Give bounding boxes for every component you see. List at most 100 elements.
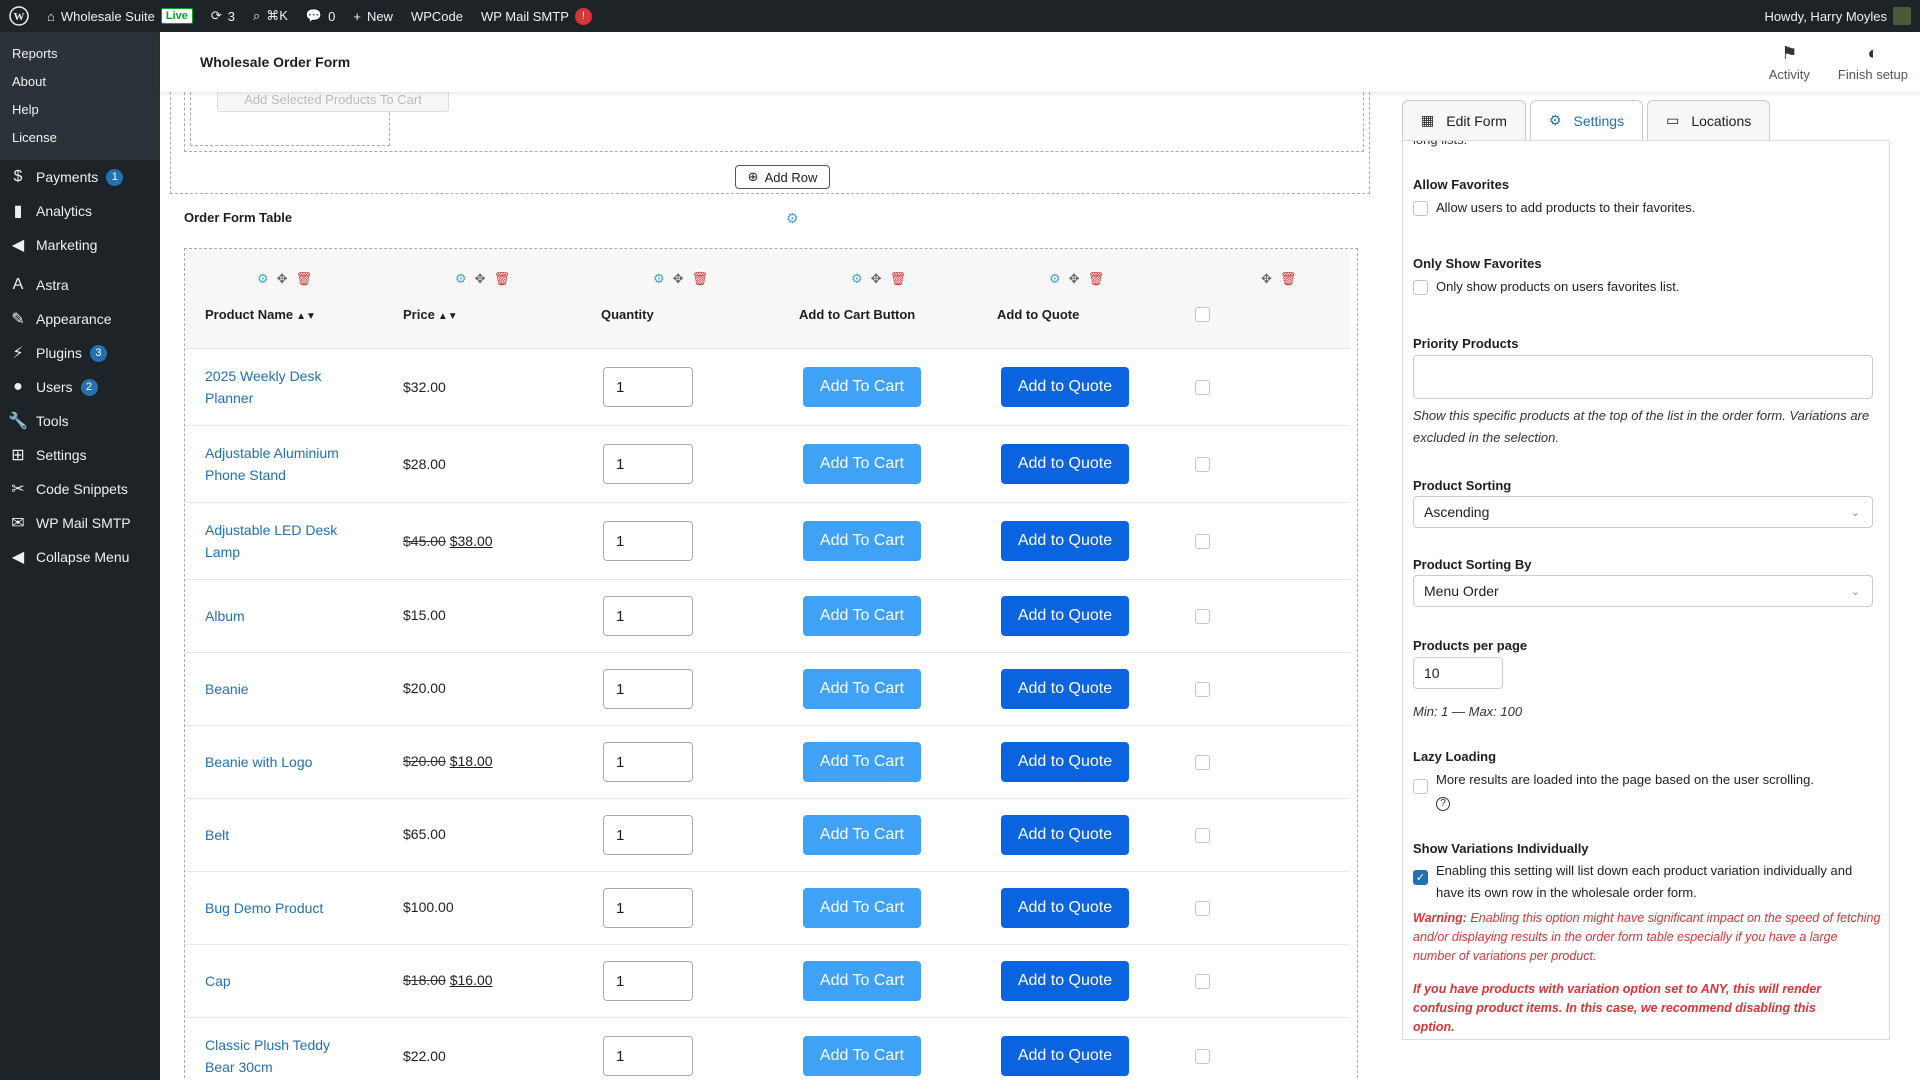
quantity-input[interactable]: 1	[603, 1036, 693, 1076]
add-to-cart-button[interactable]: Add To Cart	[803, 367, 921, 407]
gear-icon[interactable]: ⚙	[653, 271, 665, 287]
tab-locations[interactable]: ▭ Locations	[1647, 100, 1771, 140]
only-favorites-checkbox[interactable]	[1413, 280, 1428, 295]
gear-icon[interactable]: ⚙	[257, 271, 269, 287]
add-to-quote-button[interactable]: Add to Quote	[1001, 961, 1129, 1001]
updates-link[interactable]: ⟳ 3	[202, 0, 244, 32]
row-checkbox[interactable]	[1195, 1049, 1210, 1064]
product-name-link[interactable]: Beanie	[205, 678, 355, 700]
row-checkbox[interactable]	[1195, 380, 1210, 395]
product-name-link[interactable]: Bug Demo Product	[205, 897, 355, 919]
product-name-link[interactable]: Cap	[205, 970, 355, 992]
wpcode-link[interactable]: WPCode	[402, 0, 472, 32]
sidebar-item-settings[interactable]: ⊞ Settings	[0, 438, 160, 472]
allow-favorites-checkbox[interactable]	[1413, 201, 1428, 216]
sidebar-item-users[interactable]: ● Users 2	[0, 370, 160, 404]
move-icon[interactable]: ✥	[475, 271, 486, 287]
add-to-cart-button[interactable]: Add To Cart	[803, 961, 921, 1001]
allow-favorites-option[interactable]: Allow users to add products to their fav…	[1413, 197, 1873, 219]
add-to-cart-button[interactable]: Add To Cart	[803, 596, 921, 636]
product-name-link[interactable]: Adjustable Aluminium Phone Stand	[205, 442, 355, 486]
add-to-quote-button[interactable]: Add to Quote	[1001, 815, 1129, 855]
add-row-button[interactable]: ⊕ Add Row	[735, 165, 830, 189]
trash-icon[interactable]: 🗑	[1088, 271, 1105, 287]
trash-icon[interactable]: 🗑	[494, 271, 511, 287]
product-name-link[interactable]: 2025 Weekly Desk Planner	[205, 365, 355, 409]
command-search[interactable]: ⌕ ⌘K	[244, 0, 297, 32]
column-header-product-name[interactable]: Product Name ▲▼	[205, 307, 316, 322]
move-icon[interactable]: ✥	[871, 271, 882, 287]
quantity-input[interactable]: 1	[603, 596, 693, 636]
row-checkbox[interactable]	[1195, 974, 1210, 989]
tab-edit-form[interactable]: ▦ Edit Form	[1402, 100, 1526, 140]
add-to-quote-button[interactable]: Add to Quote	[1001, 596, 1129, 636]
gear-icon[interactable]: ⚙	[1049, 271, 1061, 287]
add-to-quote-button[interactable]: Add to Quote	[1001, 888, 1129, 928]
products-per-page-input[interactable]: 10	[1413, 657, 1503, 689]
gear-icon[interactable]: ⚙	[455, 271, 467, 287]
show-variations-option[interactable]: ✓ Enabling this setting will list down e…	[1413, 860, 1873, 904]
gear-icon[interactable]: ⚙	[851, 271, 863, 287]
sidebar-item-code-snippets[interactable]: ✂ Code Snippets	[0, 472, 160, 506]
move-icon[interactable]: ✥	[277, 271, 288, 287]
help-circle-icon[interactable]: ?	[1436, 797, 1450, 811]
row-checkbox[interactable]	[1195, 534, 1210, 549]
new-content-link[interactable]: + New	[344, 0, 402, 32]
add-to-cart-button[interactable]: Add To Cart	[803, 521, 921, 561]
add-to-quote-button[interactable]: Add to Quote	[1001, 521, 1129, 561]
sidebar-item-plugins[interactable]: ⚡ Plugins 3	[0, 336, 160, 370]
trash-icon[interactable]: 🗑	[296, 271, 313, 287]
row-checkbox[interactable]	[1195, 682, 1210, 697]
section-settings-gear-icon[interactable]: ⚙	[786, 210, 799, 227]
wp-mail-smtp-link[interactable]: WP Mail SMTP !	[472, 0, 601, 32]
add-selected-products-button[interactable]: Add Selected Products To Cart	[217, 92, 449, 112]
activity-button[interactable]: ⚑ Activity	[1769, 43, 1810, 82]
add-to-quote-button[interactable]: Add to Quote	[1001, 1036, 1129, 1076]
add-to-quote-button[interactable]: Add to Quote	[1001, 669, 1129, 709]
move-icon[interactable]: ✥	[673, 271, 684, 287]
add-to-cart-button[interactable]: Add To Cart	[803, 669, 921, 709]
row-checkbox[interactable]	[1195, 901, 1210, 916]
select-all-checkbox[interactable]	[1195, 307, 1210, 322]
quantity-input[interactable]: 1	[603, 888, 693, 928]
row-checkbox[interactable]	[1195, 828, 1210, 843]
quantity-input[interactable]: 1	[603, 367, 693, 407]
add-to-cart-button[interactable]: Add To Cart	[803, 888, 921, 928]
sidebar-item-tools[interactable]: 🔧 Tools	[0, 404, 160, 438]
column-header-price[interactable]: Price ▲▼	[403, 307, 458, 322]
priority-products-input[interactable]	[1413, 355, 1873, 399]
comments-link[interactable]: 💬 0	[297, 0, 344, 32]
product-name-link[interactable]: Belt	[205, 824, 355, 846]
lazy-loading-checkbox[interactable]	[1413, 779, 1428, 794]
finish-setup-button[interactable]: ◐ Finish setup	[1838, 43, 1908, 82]
add-to-cart-button[interactable]: Add To Cart	[803, 815, 921, 855]
product-name-link[interactable]: Beanie with Logo	[205, 751, 355, 773]
sidebar-item-appearance[interactable]: ✎ Appearance	[0, 302, 160, 336]
wordpress-logo-icon[interactable]: W	[0, 0, 38, 32]
move-icon[interactable]: ✥	[1069, 271, 1080, 287]
add-to-quote-button[interactable]: Add to Quote	[1001, 367, 1129, 407]
add-to-cart-button[interactable]: Add To Cart	[803, 444, 921, 484]
account-menu[interactable]: Howdy, Harry Moyles	[1755, 0, 1920, 32]
only-favorites-option[interactable]: Only show products on users favorites li…	[1413, 276, 1873, 298]
quantity-input[interactable]: 1	[603, 521, 693, 561]
sidebar-item-astra[interactable]: A Astra	[0, 268, 160, 302]
product-name-link[interactable]: Classic Plush Teddy Bear 30cm	[205, 1034, 355, 1078]
row-checkbox[interactable]	[1195, 609, 1210, 624]
sidebar-item-collapse[interactable]: ◀ Collapse Menu	[0, 540, 160, 574]
sort-arrows-icon[interactable]: ▲▼	[438, 311, 458, 322]
add-to-quote-button[interactable]: Add to Quote	[1001, 444, 1129, 484]
row-checkbox[interactable]	[1195, 457, 1210, 472]
sidebar-item-wp-mail-smtp[interactable]: ✉ WP Mail SMTP	[0, 506, 160, 540]
quantity-input[interactable]: 1	[603, 444, 693, 484]
add-to-cart-button[interactable]: Add To Cart	[803, 742, 921, 782]
quantity-input[interactable]: 1	[603, 669, 693, 709]
site-name-link[interactable]: ⌂ Wholesale Suite Live	[38, 0, 202, 32]
sidebar-item-marketing[interactable]: ◀ Marketing	[0, 228, 160, 262]
sort-arrows-icon[interactable]: ▲▼	[296, 311, 316, 322]
product-sorting-select[interactable]: Ascending ⌄	[1413, 496, 1873, 528]
move-icon[interactable]: ✥	[1261, 271, 1272, 287]
submenu-reports[interactable]: Reports	[0, 40, 160, 68]
add-to-cart-button[interactable]: Add To Cart	[803, 1036, 921, 1076]
lazy-loading-option[interactable]: More results are loaded into the page ba…	[1413, 769, 1873, 813]
